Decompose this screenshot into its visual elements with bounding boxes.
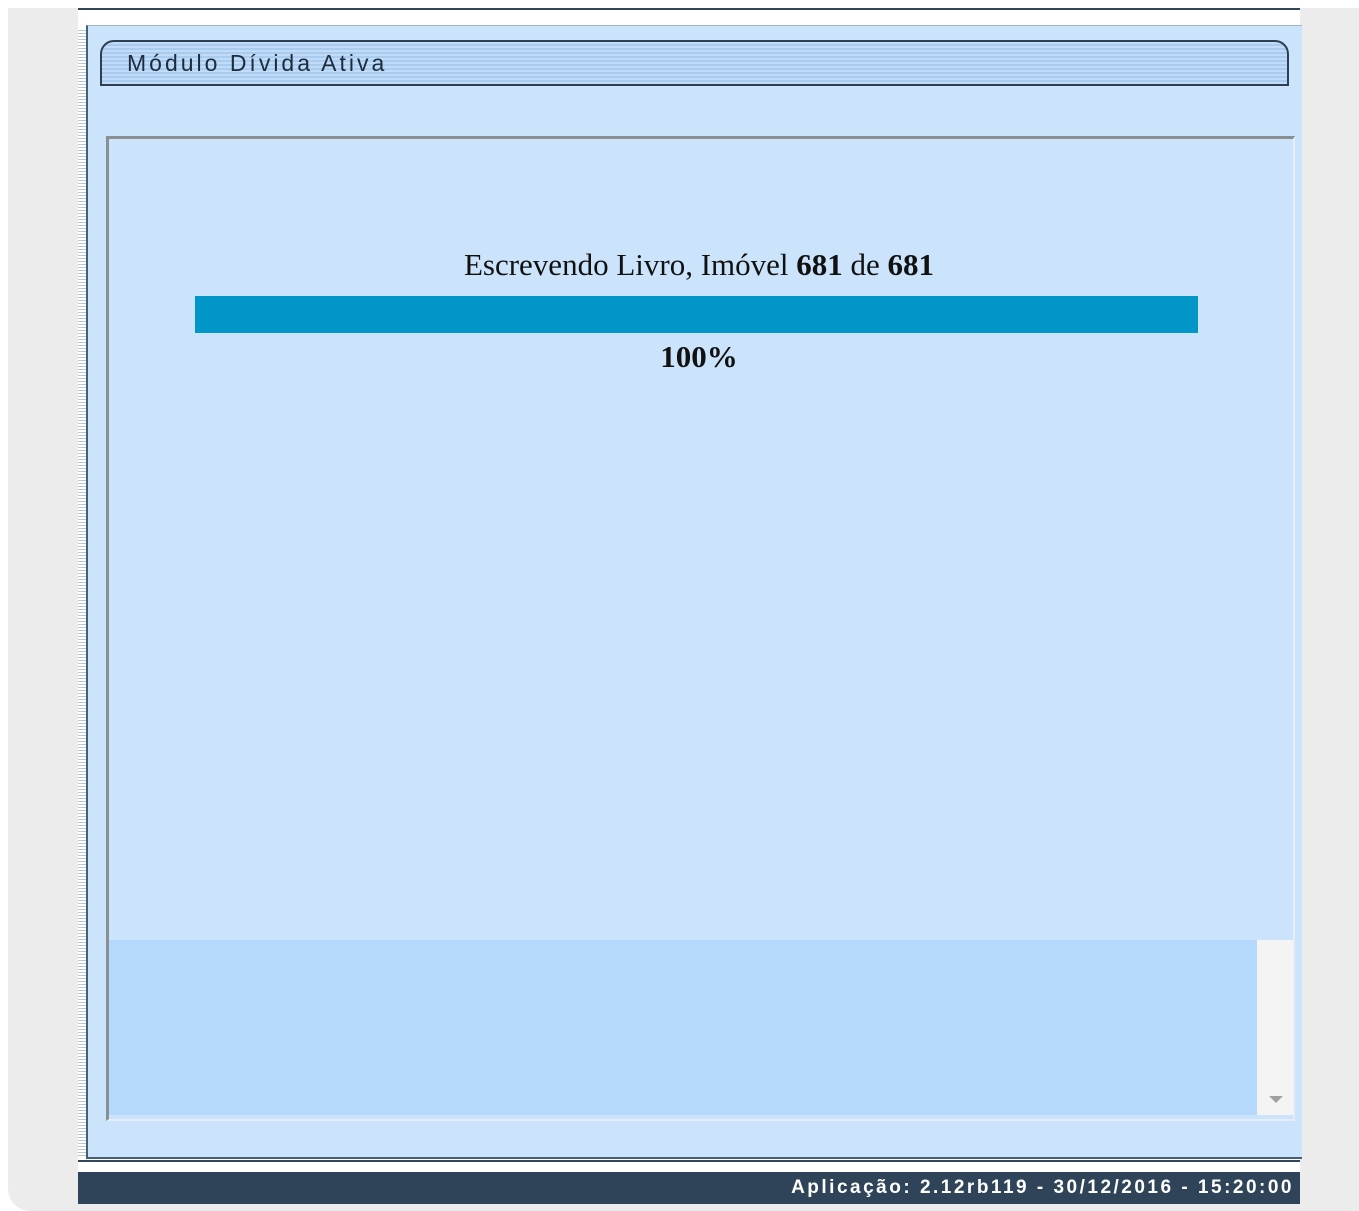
application-window: Módulo Dívida Ativa Escrevendo Livro, Im… bbox=[78, 8, 1302, 1204]
log-scrollbar[interactable] bbox=[1257, 940, 1293, 1115]
progress-current-count: 681 bbox=[796, 247, 843, 282]
top-border bbox=[78, 8, 1300, 10]
progress-percent: 100% bbox=[660, 339, 738, 374]
module-tab-header: Módulo Dívida Ativa bbox=[100, 40, 1289, 86]
progress-label-prefix: Escrevendo Livro, Imóvel bbox=[463, 247, 789, 282]
left-stripe-decoration bbox=[78, 28, 86, 1158]
progress-bar bbox=[195, 296, 1198, 333]
footer-top-border bbox=[78, 1160, 1300, 1162]
progress-panel: Escrevendo Livro, Imóvel 681 de 681 100% bbox=[106, 136, 1295, 1121]
progress-label-middle: de bbox=[850, 247, 880, 282]
main-frame: Módulo Dívida Ativa Escrevendo Livro, Im… bbox=[86, 25, 1302, 1159]
progress-bar-fill bbox=[195, 296, 1198, 333]
app-version-info: Aplicação: 2.12rb119 - 30/12/2016 - 15:2… bbox=[791, 1177, 1294, 1198]
log-output-area[interactable] bbox=[109, 940, 1257, 1115]
module-title: Módulo Dívida Ativa bbox=[127, 50, 388, 76]
progress-status-text: Escrevendo Livro, Imóvel 681 de 681 bbox=[109, 247, 1289, 283]
footer-bar: Aplicação: 2.12rb119 - 30/12/2016 - 15:2… bbox=[78, 1172, 1300, 1204]
progress-total-count: 681 bbox=[887, 247, 935, 282]
scroll-down-icon[interactable] bbox=[1269, 1096, 1283, 1103]
